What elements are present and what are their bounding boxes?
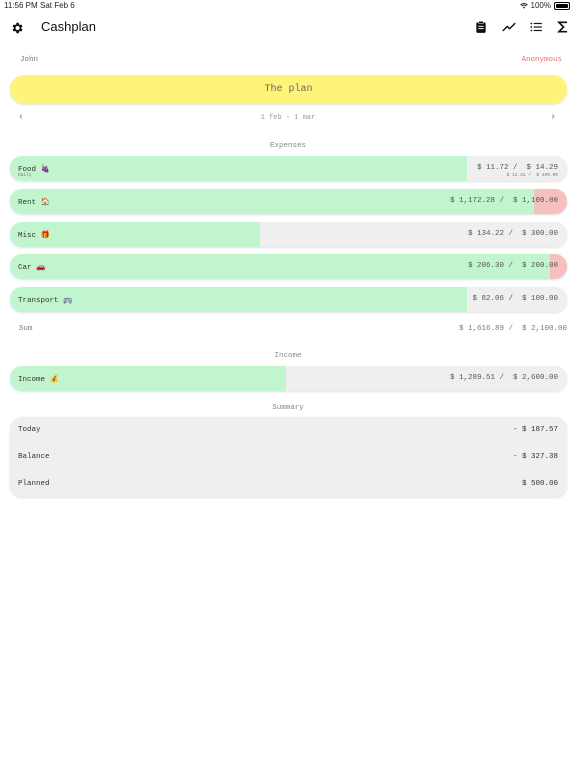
- plan-button[interactable]: The plan: [10, 75, 567, 104]
- summary-heading: Summary: [272, 404, 304, 412]
- expense-amounts: $ 134.22 / $ 300.00: [468, 230, 558, 238]
- budget-amount: $ 200.00: [521, 262, 558, 270]
- nav-bar: Cashplan: [0, 15, 576, 41]
- income-heading: Income: [274, 352, 302, 360]
- budget-amount: $ 100.00: [521, 295, 558, 303]
- trend-icon[interactable]: [502, 20, 516, 34]
- expense-name: Misc 🎁: [18, 232, 50, 240]
- sum-budget: $ 2,100.00: [521, 325, 567, 333]
- summary-row-today: Today - $ 187.57: [18, 426, 558, 438]
- budget-amount: $ 1,100.00: [512, 197, 558, 205]
- income-row[interactable]: Income 💰 $ 1,289.51 / $ 2,600.00: [10, 366, 567, 391]
- current-user-name[interactable]: John: [20, 56, 38, 64]
- battery-percent: 100%: [530, 1, 551, 10]
- status-bar: 11:56 PM Sat Feb 6 100%: [0, 0, 576, 12]
- income-name: Income 💰: [18, 376, 59, 384]
- sum-spent: $ 1,616.89 /: [458, 325, 513, 333]
- spent-amount: $ 134.22 /: [467, 230, 513, 238]
- list-icon[interactable]: [529, 20, 543, 34]
- summary-label: Planned: [18, 480, 50, 488]
- expense-name: Transport 🚌: [18, 297, 73, 305]
- spent-amount: $ 82.06 /: [472, 295, 513, 303]
- expenses-sum-row: Sum $ 1,616.89 / $ 2,100.00: [19, 325, 567, 337]
- spent-amount: $ 206.30 /: [467, 262, 513, 270]
- progress-fill: [10, 156, 467, 181]
- expense-amounts: $ 11.72 / $ 14.29: [477, 164, 558, 172]
- expense-row-rent[interactable]: Rent 🏠 $ 1,172.28 / $ 1,100.00: [10, 189, 567, 214]
- sub-spent-amount: $ 12.41 /: [506, 173, 531, 178]
- sum-amounts: $ 1,616.89 / $ 2,100.00: [459, 325, 567, 333]
- battery-icon: [554, 1, 570, 10]
- progress-fill: [10, 287, 467, 312]
- summary-card: Today - $ 187.57 Balance - $ 327.38 Plan…: [10, 417, 567, 497]
- expected-amount: $ 2,600.00: [512, 374, 558, 382]
- partner-user-name[interactable]: Anonymous: [521, 56, 562, 64]
- expense-row-car[interactable]: Car 🚗 $ 206.30 / $ 200.00: [10, 254, 567, 279]
- expense-amounts: $ 82.06 / $ 100.00: [472, 295, 558, 303]
- wifi-icon: [519, 2, 528, 9]
- budget-amount: $ 300.00: [521, 230, 558, 238]
- expenses-heading: Expenses: [269, 142, 306, 150]
- spent-amount: $ 11.72 /: [476, 164, 518, 172]
- expense-subtitle: Daily: [18, 173, 32, 178]
- expense-row-food[interactable]: Food 🍇 Daily $ 11.72 / $ 14.29 $ 12.41 /…: [10, 156, 567, 181]
- sigma-icon[interactable]: [556, 20, 570, 34]
- status-date: Sat Feb 6: [40, 1, 75, 10]
- people-row: John Anonymous: [20, 56, 562, 68]
- gear-icon[interactable]: [10, 21, 24, 35]
- status-right: 100%: [519, 1, 570, 10]
- sum-label: Sum: [19, 325, 33, 333]
- received-amount: $ 1,289.51 /: [449, 374, 504, 382]
- summary-label: Today: [18, 426, 41, 434]
- summary-row-balance: Balance - $ 327.38: [18, 453, 558, 465]
- expense-row-transport[interactable]: Transport 🚌 $ 82.06 / $ 100.00: [10, 287, 567, 312]
- summary-value: - $ 327.38: [512, 453, 558, 461]
- expense-sub-amounts: $ 12.41 / $ 400.00: [507, 173, 558, 178]
- expense-amounts: $ 1,172.28 / $ 1,100.00: [450, 197, 558, 205]
- next-period-button[interactable]: ›: [550, 112, 556, 123]
- period-label: 1 feb - 1 mar: [260, 114, 316, 122]
- budget-amount: $ 14.29: [526, 164, 558, 172]
- sub-budget-amount: $ 400.00: [536, 173, 558, 178]
- summary-value: $ 500.00: [521, 480, 558, 488]
- app-title: Cashplan: [41, 19, 96, 34]
- summary-value: - $ 187.57: [512, 426, 558, 434]
- income-amounts: $ 1,289.51 / $ 2,600.00: [450, 374, 558, 382]
- summary-row-planned: Planned $ 500.00: [18, 480, 558, 492]
- expense-name: Car 🚗: [18, 264, 46, 272]
- expense-row-misc[interactable]: Misc 🎁 $ 134.22 / $ 300.00: [10, 222, 567, 247]
- expense-amounts: $ 206.30 / $ 200.00: [468, 262, 558, 270]
- expense-name: Rent 🏠: [18, 199, 50, 207]
- summary-label: Balance: [18, 453, 50, 461]
- spent-amount: $ 1,172.28 /: [449, 197, 504, 205]
- clipboard-icon[interactable]: [474, 20, 488, 34]
- status-time: 11:56 PM: [4, 1, 38, 10]
- period-selector: ‹ 1 feb - 1 mar ›: [0, 112, 576, 125]
